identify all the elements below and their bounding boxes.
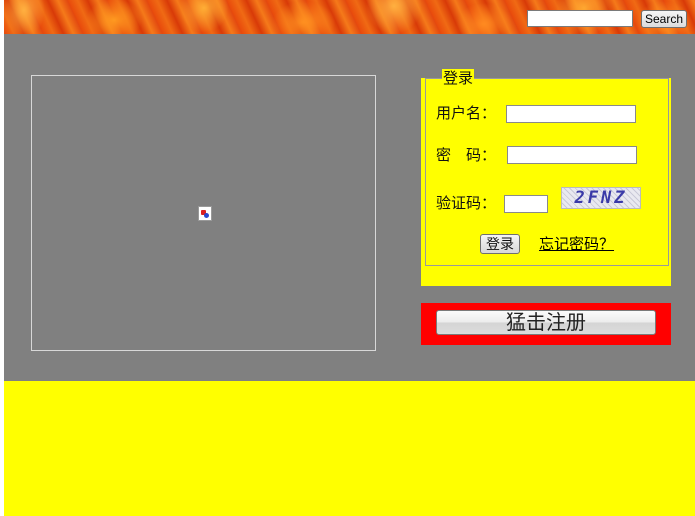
search-button[interactable]: Search (641, 10, 688, 28)
password-field[interactable] (507, 146, 637, 164)
captcha-field[interactable] (504, 195, 548, 213)
register-panel: 猛击注册 (421, 303, 671, 345)
username-field[interactable] (506, 105, 636, 123)
search-input[interactable] (527, 10, 633, 27)
username-label: 用户名： (436, 104, 497, 122)
login-button[interactable]: 登录 (480, 234, 520, 254)
footer (4, 381, 695, 516)
login-legend: 登录 (442, 69, 475, 87)
broken-image-icon (198, 206, 212, 221)
captcha-label: 验证码： (436, 194, 497, 212)
login-fieldset: 登录 用户名： 密 码： 验证码： 2FNZ 登录 忘记密码？ (425, 69, 669, 266)
captcha-image[interactable]: 2FNZ (561, 187, 641, 209)
header-banner: Search (4, 0, 695, 34)
login-panel: 登录 用户名： 密 码： 验证码： 2FNZ 登录 忘记密码？ (421, 69, 671, 286)
image-frame (31, 75, 376, 351)
forgot-password-link[interactable]: 忘记密码？ (539, 235, 614, 253)
password-label: 密 码： (436, 146, 497, 164)
register-button[interactable]: 猛击注册 (436, 310, 656, 335)
main-area: 登录 用户名： 密 码： 验证码： 2FNZ 登录 忘记密码？ 猛击注册 (4, 34, 695, 381)
